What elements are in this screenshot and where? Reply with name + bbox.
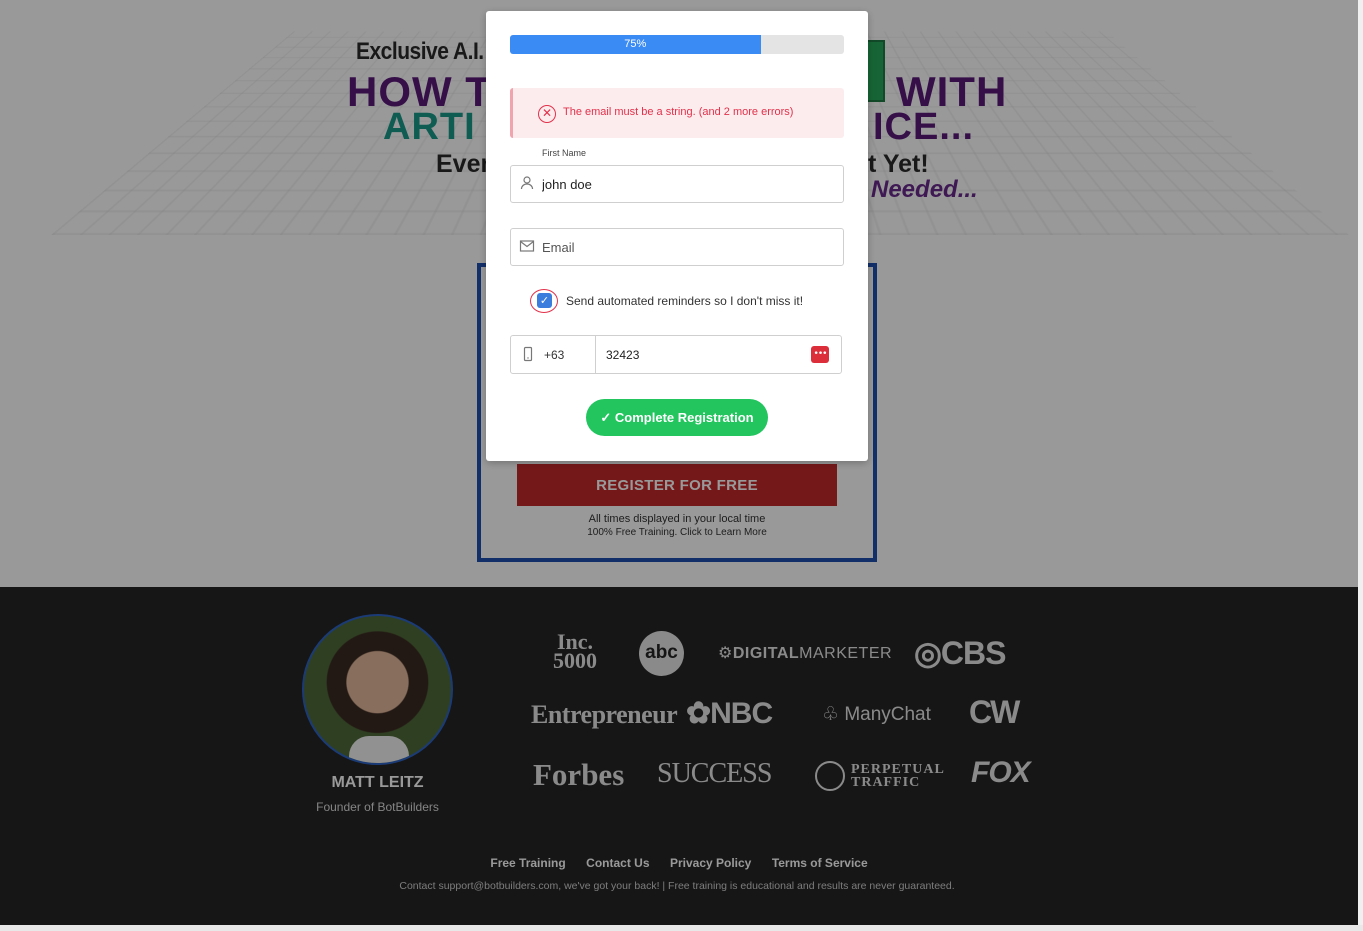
mail-icon — [519, 240, 535, 252]
reminder-checkbox[interactable]: ✓ — [537, 293, 552, 308]
email-input[interactable] — [542, 229, 832, 265]
complete-registration-button[interactable]: ✓ Complete Registration — [586, 399, 768, 436]
reminder-checkbox-label[interactable]: Send automated reminders so I don't miss… — [566, 294, 803, 308]
reminder-checkbox-focus-ring[interactable]: ✓ — [530, 289, 558, 313]
error-alert: ✕ The email must be a string. (and 2 mor… — [510, 88, 844, 138]
phone-country-code-select[interactable]: +63 — [510, 335, 596, 374]
scrollbar[interactable] — [1358, 0, 1363, 931]
password-manager-icon[interactable]: ••• — [811, 346, 829, 363]
page-bottom-edge — [0, 925, 1363, 931]
progress-bar: 75% — [510, 35, 844, 54]
email-field[interactable] — [510, 228, 844, 266]
progress-fill: 75% — [510, 35, 761, 54]
error-message: The email must be a string. (and 2 more … — [563, 106, 794, 118]
first-name-label: First Name — [542, 148, 587, 158]
user-icon — [520, 176, 534, 190]
first-name-input[interactable] — [542, 166, 832, 202]
registration-modal: 75% ✕ The email must be a string. (and 2… — [486, 11, 868, 461]
mobile-icon — [523, 346, 533, 362]
phone-number-input[interactable] — [606, 336, 806, 373]
phone-number-field[interactable]: ••• — [595, 335, 842, 374]
phone-country-code: +63 — [544, 348, 565, 362]
x-circle-icon: ✕ — [538, 105, 556, 123]
first-name-field[interactable] — [510, 165, 844, 203]
